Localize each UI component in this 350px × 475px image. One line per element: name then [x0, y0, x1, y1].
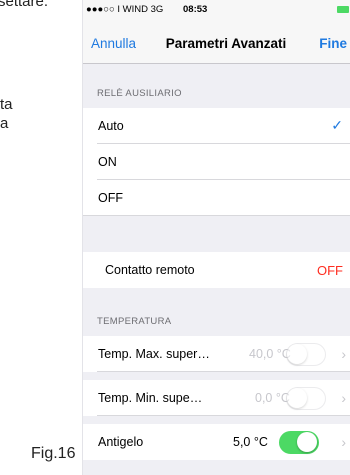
chevron-right-icon: ›: [341, 390, 346, 406]
carrier-signal: ●●●○○ I WIND 3G: [86, 4, 164, 15]
separator: [97, 371, 350, 372]
document-text-line: a: [0, 115, 9, 132]
option-label: OFF: [98, 191, 123, 205]
temp-min-value: 0,0 °C: [255, 391, 290, 405]
toggle-knob: [287, 344, 307, 364]
option-label: ON: [98, 155, 117, 169]
status-bar: ●●●○○ I WIND 3G 08:53: [83, 0, 350, 20]
figure-label: Fig.16: [31, 445, 76, 462]
antifreeze-label: Antigelo: [98, 435, 144, 449]
temp-max-value: 40,0 °C: [249, 347, 291, 361]
antifreeze-row[interactable]: Antigelo 5,0 °C ›: [83, 424, 350, 460]
checkmark-icon: ✓: [331, 117, 343, 133]
option-auto[interactable]: Auto ✓: [83, 108, 350, 144]
battery-icon: [337, 6, 349, 13]
document-text-line: settare.: [0, 0, 49, 10]
document-text-line: ta: [0, 96, 13, 113]
antifreeze-value: 5,0 °C: [233, 435, 268, 449]
temp-max-label: Temp. Max. super…: [98, 347, 210, 361]
done-button[interactable]: Fine: [319, 36, 347, 51]
temp-min-label: Temp. Min. supe…: [98, 391, 203, 405]
remote-contact-label: Contatto remoto: [105, 263, 195, 277]
navigation-bar: Annulla Parametri Avanzati Fine: [83, 20, 350, 64]
antifreeze-toggle[interactable]: [279, 431, 319, 454]
temp-max-row[interactable]: Temp. Max. super… 40,0 °C ›: [83, 336, 350, 372]
separator: [97, 415, 350, 416]
remote-contact-value: OFF: [317, 263, 343, 278]
toggle-knob: [287, 388, 307, 408]
phone-screen: ●●●○○ I WIND 3G 08:53 Annulla Parametri …: [82, 0, 350, 475]
section-header-aux-relay: RELÈ AUSILIARIO: [97, 88, 182, 99]
temp-min-toggle[interactable]: [286, 387, 326, 410]
chevron-right-icon: ›: [341, 346, 346, 362]
option-off[interactable]: OFF: [83, 180, 350, 216]
toggle-knob: [297, 432, 317, 452]
status-time: 08:53: [183, 4, 208, 15]
remote-contact-row[interactable]: Contatto remoto OFF: [83, 252, 350, 288]
temp-max-toggle[interactable]: [286, 343, 326, 366]
temp-min-row[interactable]: Temp. Min. supe… 0,0 °C ›: [83, 380, 350, 416]
section-header-temperature: TEMPERATURA: [97, 316, 172, 327]
option-on[interactable]: ON: [83, 144, 350, 180]
separator: [83, 215, 350, 216]
chevron-right-icon: ›: [341, 434, 346, 450]
option-label: Auto: [98, 119, 124, 133]
page-title: Parametri Avanzati: [165, 36, 287, 51]
